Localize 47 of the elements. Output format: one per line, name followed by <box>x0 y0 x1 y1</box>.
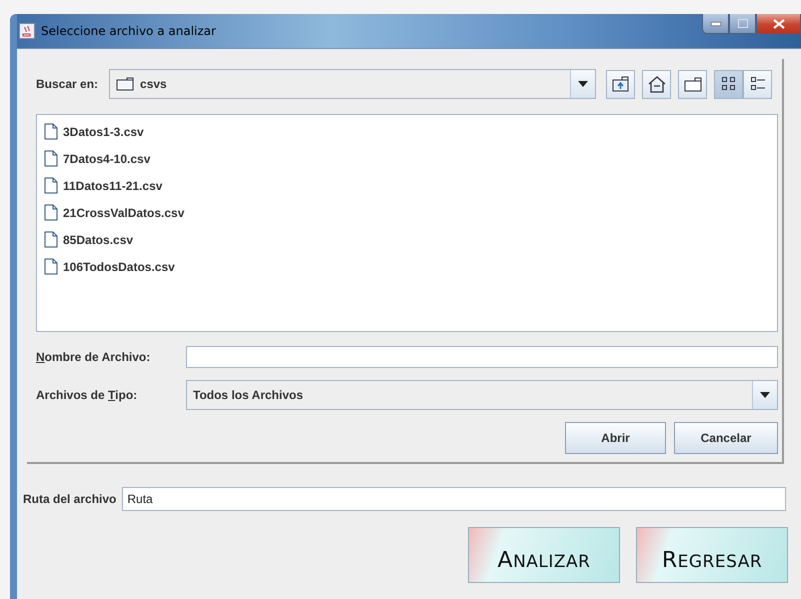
window-title: Seleccione archivo a analizar <box>41 24 216 38</box>
minimize-icon <box>710 22 720 26</box>
maximize-icon <box>738 19 748 28</box>
close-icon <box>772 18 784 28</box>
toolbar-button[interactable] <box>678 70 708 98</box>
toolbar-button[interactable] <box>642 70 672 98</box>
home-icon <box>648 76 666 92</box>
toolbar-button[interactable] <box>743 70 772 98</box>
file-type-dropdown[interactable]: Todos los Archivos <box>186 380 778 410</box>
file-name-field[interactable] <box>186 346 778 368</box>
dropdown-button[interactable] <box>570 70 596 98</box>
file-item[interactable]: 85Datos.csv <box>41 226 136 253</box>
file-item[interactable]: 7Datos4-10.csv <box>41 145 154 172</box>
file-item[interactable]: 11Datos11-21.csv <box>41 172 166 199</box>
file-path-label: Ruta del archivo <box>23 492 116 506</box>
folder-icon <box>116 77 134 91</box>
toolbar-button[interactable] <box>714 70 744 98</box>
list-view-icon <box>720 76 737 92</box>
file-path-field[interactable]: Ruta <box>122 487 786 511</box>
open-button[interactable]: Abrir <box>565 422 666 454</box>
cancel-button[interactable]: Cancelar <box>674 422 778 454</box>
file-icon <box>44 150 58 167</box>
file-icon <box>44 258 58 275</box>
file-item[interactable]: 3Datos1-3.csv <box>41 118 147 145</box>
close-button[interactable] <box>756 14 801 34</box>
folder-up-icon <box>612 76 630 92</box>
file-icon <box>44 204 58 221</box>
look-in-dropdown[interactable]: csvs <box>109 69 596 99</box>
toolbar-button[interactable] <box>606 70 636 98</box>
file-item[interactable]: 21CrossValDatos.csv <box>41 199 188 226</box>
dropdown-arrow-icon <box>760 392 770 398</box>
file-icon <box>44 177 58 194</box>
analyze-button[interactable]: ANALIZAR <box>468 527 620 583</box>
file-item[interactable]: 106TodosDatos.csv <box>41 253 178 280</box>
file-name-label: Nombre de Archivo: <box>36 350 152 364</box>
back-button[interactable]: REGRESAR <box>636 527 788 583</box>
folder-icon <box>684 76 702 92</box>
file-icon <box>44 231 58 248</box>
file-icon <box>44 123 58 140</box>
java-cup-icon <box>19 23 35 39</box>
look-in-label: Buscar en: <box>36 77 98 91</box>
file-type-label: Archivos de Tipo: <box>36 388 138 402</box>
minimize-button[interactable] <box>702 14 729 34</box>
maximize-button[interactable] <box>729 14 756 34</box>
dropdown-arrow-icon <box>578 81 588 87</box>
details-view-icon <box>750 76 766 92</box>
dropdown-button[interactable] <box>752 381 777 409</box>
